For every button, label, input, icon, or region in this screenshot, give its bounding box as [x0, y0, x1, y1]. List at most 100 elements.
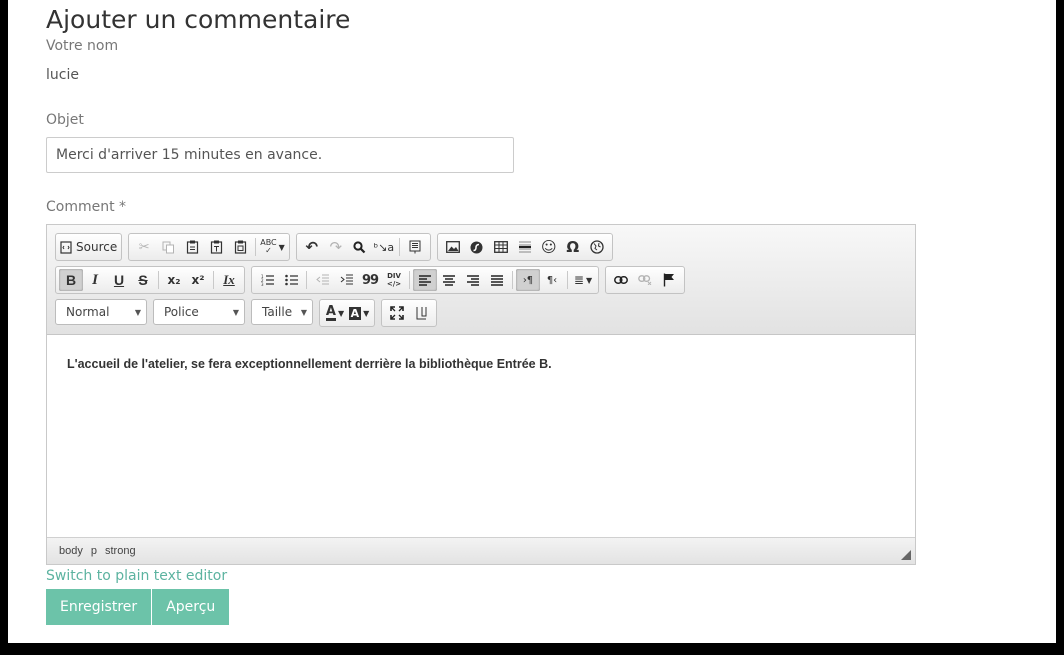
select-all-icon — [409, 240, 421, 254]
font-value: Police — [164, 305, 199, 319]
superscript-icon: x² — [191, 273, 205, 287]
source-label: Source — [76, 240, 118, 254]
indent-icon — [340, 274, 353, 285]
subject-input[interactable] — [46, 137, 514, 173]
show-blocks-button[interactable] — [409, 302, 433, 324]
italic-icon: I — [92, 271, 98, 288]
remove-format-button[interactable]: Ix — [217, 269, 241, 291]
chevron-down-icon: ▼ — [337, 308, 345, 318]
flag-icon — [663, 273, 674, 287]
links-group — [605, 266, 685, 294]
size-select[interactable]: Taille ▼ — [251, 299, 313, 325]
text-color-button[interactable]: A ▼ — [323, 302, 347, 324]
format-value: Normal — [66, 305, 110, 319]
edit-group: ↶ ↷ ᵇ↘a — [295, 233, 431, 261]
paste-icon — [186, 240, 198, 254]
path-item-strong[interactable]: strong — [105, 545, 136, 557]
undo-button[interactable]: ↶ — [300, 236, 324, 258]
indent-button[interactable] — [334, 269, 358, 291]
page-title: Ajouter un commentaire — [46, 5, 351, 34]
preview-button[interactable]: Aperçu — [151, 589, 230, 625]
switch-plain-text-link[interactable]: Switch to plain text editor — [46, 568, 227, 584]
omega-icon: Ω — [566, 238, 580, 256]
special-char-button[interactable]: Ω — [561, 236, 585, 258]
superscript-button[interactable]: x² — [186, 269, 210, 291]
select-all-button[interactable] — [403, 236, 427, 258]
text-color-icon: A — [325, 303, 336, 321]
find-button[interactable] — [348, 236, 372, 258]
numbered-list-button[interactable]: 123 — [255, 269, 279, 291]
editor-content[interactable]: L'accueil de l'atelier, se fera exceptio… — [67, 357, 552, 371]
spellcheck-button[interactable]: ABC ✓ ▼ — [259, 236, 286, 258]
flash-button[interactable] — [465, 236, 489, 258]
replace-icon: ᵇ↘a — [373, 240, 395, 254]
chevron-down-icon: ▼ — [134, 307, 142, 317]
paste-button[interactable] — [180, 236, 204, 258]
subject-label: Objet — [46, 112, 84, 128]
redo-icon: ↷ — [329, 238, 343, 256]
spellcheck-icon: ABC ✓ — [260, 238, 277, 255]
separator — [409, 271, 410, 289]
smiley-button[interactable]: ☺ — [537, 236, 561, 258]
maximize-icon — [390, 306, 404, 320]
font-select[interactable]: Police ▼ — [153, 299, 245, 325]
toolbar-row-2: B I U S x₂ x² Ix 123 99 DIV </> ›¶ ¶‹ ≣ … — [55, 266, 685, 294]
paste-word-button[interactable] — [228, 236, 252, 258]
toolbar-row-1: Source ✂ ABC ✓ ▼ ↶ ↷ ᵇ↘a ☺ Ω — [55, 233, 613, 261]
align-right-button[interactable] — [461, 269, 485, 291]
chevron-down-icon: ▼ — [300, 307, 308, 317]
redo-button[interactable]: ↷ — [324, 236, 348, 258]
iframe-button[interactable] — [585, 236, 609, 258]
outdent-icon — [315, 274, 329, 285]
link-button[interactable] — [609, 269, 633, 291]
show-blocks-icon — [416, 307, 426, 320]
bold-icon: B — [65, 272, 77, 288]
chevron-down-icon: ▼ — [232, 307, 240, 317]
save-button[interactable]: Enregistrer — [46, 589, 152, 625]
ltr-button[interactable]: ›¶ — [516, 269, 540, 291]
editor-toolbar: Source ✂ ABC ✓ ▼ ↶ ↷ ᵇ↘a ☺ Ω B I U S x₂ … — [47, 225, 915, 335]
path-item-body[interactable]: body — [59, 545, 83, 557]
bold-button[interactable]: B — [59, 269, 83, 291]
language-button[interactable]: ≣ ▼ — [571, 269, 595, 291]
rtl-icon: ¶‹ — [546, 274, 558, 286]
blockquote-button[interactable]: 99 — [358, 269, 382, 291]
undo-icon: ↶ — [305, 238, 319, 256]
paste-text-icon — [210, 240, 222, 254]
bg-color-icon: A — [348, 306, 362, 320]
path-item-p[interactable]: p — [91, 545, 97, 557]
link-icon — [614, 276, 628, 284]
paste-text-button[interactable] — [204, 236, 228, 258]
strike-button[interactable]: S — [131, 269, 155, 291]
chevron-down-icon: ▼ — [278, 242, 285, 252]
underline-button[interactable]: U — [107, 269, 131, 291]
resize-handle[interactable] — [901, 550, 911, 560]
table-button[interactable] — [489, 236, 513, 258]
maximize-button[interactable] — [385, 302, 409, 324]
clipboard-group: ✂ ABC ✓ ▼ — [128, 233, 290, 261]
rtl-button[interactable]: ¶‹ — [540, 269, 564, 291]
cut-button[interactable]: ✂ — [132, 236, 156, 258]
blockquote-icon: 99 — [361, 272, 379, 288]
chevron-down-icon: ▼ — [585, 275, 593, 285]
outdent-button[interactable] — [310, 269, 334, 291]
separator — [567, 271, 568, 289]
source-button[interactable]: Source — [59, 236, 118, 258]
anchor-button[interactable] — [657, 269, 681, 291]
page-frame: Ajouter un commentaire Votre nom lucie O… — [8, 0, 1056, 643]
div-button[interactable]: DIV </> — [382, 269, 406, 291]
bulleted-list-button[interactable] — [279, 269, 303, 291]
justify-button[interactable] — [485, 269, 509, 291]
align-left-button[interactable] — [413, 269, 437, 291]
bg-color-button[interactable]: A ▼ — [347, 302, 371, 324]
copy-button[interactable] — [156, 236, 180, 258]
subscript-button[interactable]: x₂ — [162, 269, 186, 291]
image-button[interactable] — [441, 236, 465, 258]
italic-button[interactable]: I — [83, 269, 107, 291]
align-center-button[interactable] — [437, 269, 461, 291]
format-select[interactable]: Normal ▼ — [55, 299, 147, 325]
copy-icon — [162, 241, 174, 253]
horizontal-rule-button[interactable] — [513, 236, 537, 258]
replace-button[interactable]: ᵇ↘a — [372, 236, 396, 258]
unlink-button[interactable] — [633, 269, 657, 291]
